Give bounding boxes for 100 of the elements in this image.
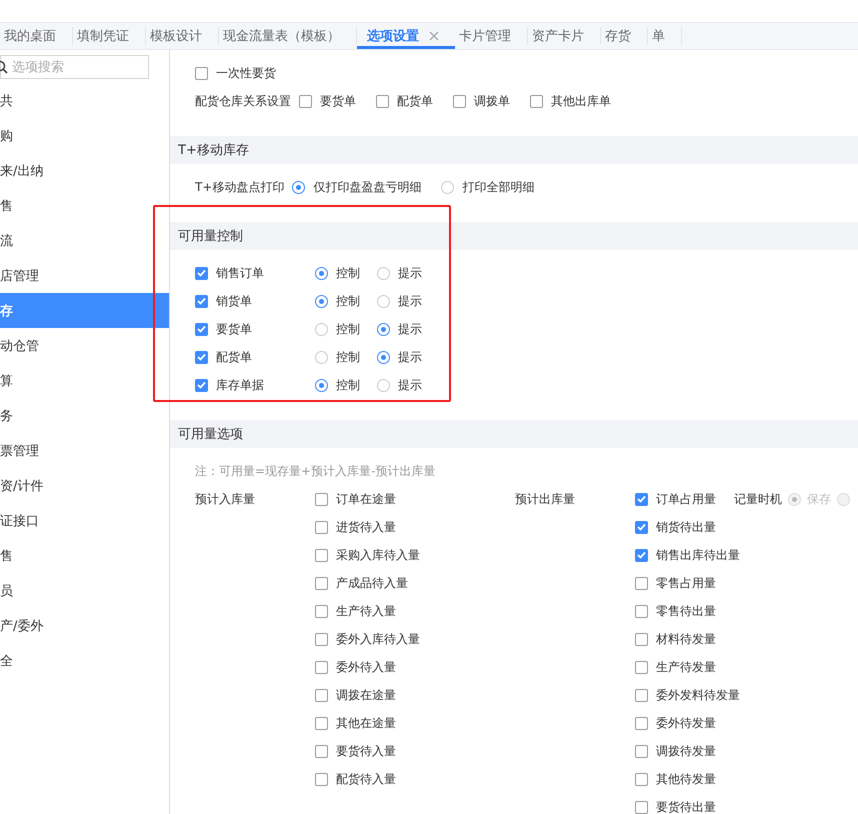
option-label: 要货待入量 — [336, 742, 396, 760]
sidebar-item[interactable]: 流 — [0, 223, 169, 258]
option-label: 其他在途量 — [336, 714, 396, 732]
checkbox[interactable] — [195, 66, 208, 80]
checkbox[interactable] — [315, 492, 328, 506]
option-label: 一次性要货 — [216, 64, 276, 82]
option-label: 控制 — [336, 320, 360, 338]
checkbox[interactable] — [530, 94, 543, 108]
checkbox[interactable] — [635, 744, 648, 758]
radio-button[interactable] — [377, 322, 390, 336]
checkbox[interactable] — [635, 520, 648, 534]
checkbox[interactable] — [376, 94, 389, 108]
checkbox[interactable] — [635, 688, 648, 702]
checkbox[interactable] — [315, 548, 328, 562]
option-label: 要货单 — [320, 92, 356, 110]
checkbox[interactable] — [635, 660, 648, 674]
section-header: T+移动库存 — [170, 136, 858, 164]
sidebar-item[interactable]: 证接口 — [0, 503, 169, 538]
section-header: 可用量选项 — [170, 420, 858, 448]
checkbox[interactable] — [635, 604, 648, 618]
radio-button[interactable] — [377, 294, 390, 308]
sidebar-item[interactable]: 票管理 — [0, 433, 169, 468]
sidebar-item[interactable]: 算 — [0, 363, 169, 398]
sidebar-item[interactable]: 动仓管 — [0, 328, 169, 363]
sidebar-item[interactable]: 务 — [0, 398, 169, 433]
sidebar-item[interactable]: 产/委外 — [0, 608, 169, 643]
sidebar-item[interactable]: 全 — [0, 643, 169, 678]
radio-button[interactable] — [315, 322, 328, 336]
tab[interactable]: 选项设置 — [357, 23, 455, 49]
checkbox[interactable] — [635, 632, 648, 646]
option-label: 其他出库单 — [551, 92, 611, 110]
checkbox[interactable] — [195, 294, 208, 308]
option-label: 采购入库待入量 — [336, 546, 420, 564]
tab[interactable]: 现金流量表（模板） — [219, 27, 357, 45]
note-text: 注：可用量=现存量+预计入库量-预计出库量 — [194, 462, 436, 480]
field-label: 配货仓库关系设置 — [195, 92, 291, 110]
close-icon[interactable] — [429, 31, 439, 41]
checkbox[interactable] — [315, 744, 328, 758]
radio-button[interactable] — [377, 266, 390, 280]
checkbox[interactable] — [195, 350, 208, 364]
option-label: 生产待入量 — [336, 602, 396, 620]
checkbox[interactable] — [315, 772, 328, 786]
checkbox[interactable] — [315, 716, 328, 730]
radio-button[interactable] — [441, 180, 454, 194]
option-label: 委外待入量 — [336, 658, 396, 676]
option-label: 销货待出量 — [656, 518, 716, 536]
checkbox[interactable] — [315, 520, 328, 534]
checkbox[interactable] — [315, 632, 328, 646]
sidebar-item[interactable]: 购 — [0, 118, 169, 153]
checkbox[interactable] — [635, 800, 648, 814]
sidebar-item[interactable]: 售 — [0, 538, 169, 573]
checkbox[interactable] — [453, 94, 466, 108]
checkbox[interactable] — [315, 688, 328, 702]
checkbox[interactable] — [635, 772, 648, 786]
checkbox[interactable] — [315, 660, 328, 674]
radio-button[interactable] — [315, 266, 328, 280]
checkbox[interactable] — [195, 322, 208, 336]
option-label: 调拨待发量 — [656, 742, 716, 760]
radio-button[interactable] — [315, 378, 328, 392]
sidebar-item[interactable]: 店管理 — [0, 258, 169, 293]
checkbox[interactable] — [315, 604, 328, 618]
sidebar-item[interactable]: 员 — [0, 573, 169, 608]
sidebar-item[interactable]: 来/出纳 — [0, 153, 169, 188]
option-label: 委外待发量 — [656, 714, 716, 732]
checkbox[interactable] — [635, 716, 648, 730]
sidebar-item[interactable]: 售 — [0, 188, 169, 223]
checkbox[interactable] — [635, 492, 648, 506]
tab[interactable]: 存货 — [601, 27, 648, 45]
sidebar-item[interactable]: 资/计件 — [0, 468, 169, 503]
option-label: 要货待出量 — [656, 798, 716, 814]
radio-button[interactable] — [292, 180, 306, 194]
radio-button[interactable] — [315, 350, 328, 364]
search-field[interactable]: 选项搜索 — [0, 55, 149, 79]
tab[interactable]: 单 — [648, 27, 682, 45]
option-label: 配货单 — [397, 92, 433, 110]
radio-button[interactable] — [315, 294, 328, 308]
tab[interactable]: 资产卡片 — [528, 27, 601, 45]
option-label: 配货待入量 — [336, 770, 396, 788]
radio-button[interactable] — [377, 378, 390, 392]
option-label: 调拨在途量 — [336, 686, 396, 704]
tab[interactable]: 我的桌面 — [0, 27, 73, 45]
radio-button[interactable] — [377, 350, 390, 364]
option-label: 订单占用量 — [656, 490, 716, 508]
option-label: 提示 — [398, 320, 422, 338]
option-label: 订单在途量 — [336, 490, 396, 508]
tab[interactable]: 卡片管理 — [455, 27, 528, 45]
tab[interactable]: 模板设计 — [146, 27, 219, 45]
option-label: 材料待发量 — [656, 630, 716, 648]
option-label: 提示 — [398, 264, 422, 282]
checkbox[interactable] — [635, 548, 648, 562]
checkbox[interactable] — [195, 378, 208, 392]
checkbox[interactable] — [299, 94, 312, 108]
checkbox[interactable] — [635, 576, 648, 590]
sidebar-item[interactable]: 共 — [0, 83, 169, 118]
option-label: 保存 — [807, 490, 831, 508]
option-label: 控制 — [336, 292, 360, 310]
tab[interactable]: 填制凭证 — [73, 27, 146, 45]
checkbox[interactable] — [195, 266, 208, 280]
option-label: 委外发料待发量 — [656, 686, 740, 704]
checkbox[interactable] — [315, 576, 328, 590]
